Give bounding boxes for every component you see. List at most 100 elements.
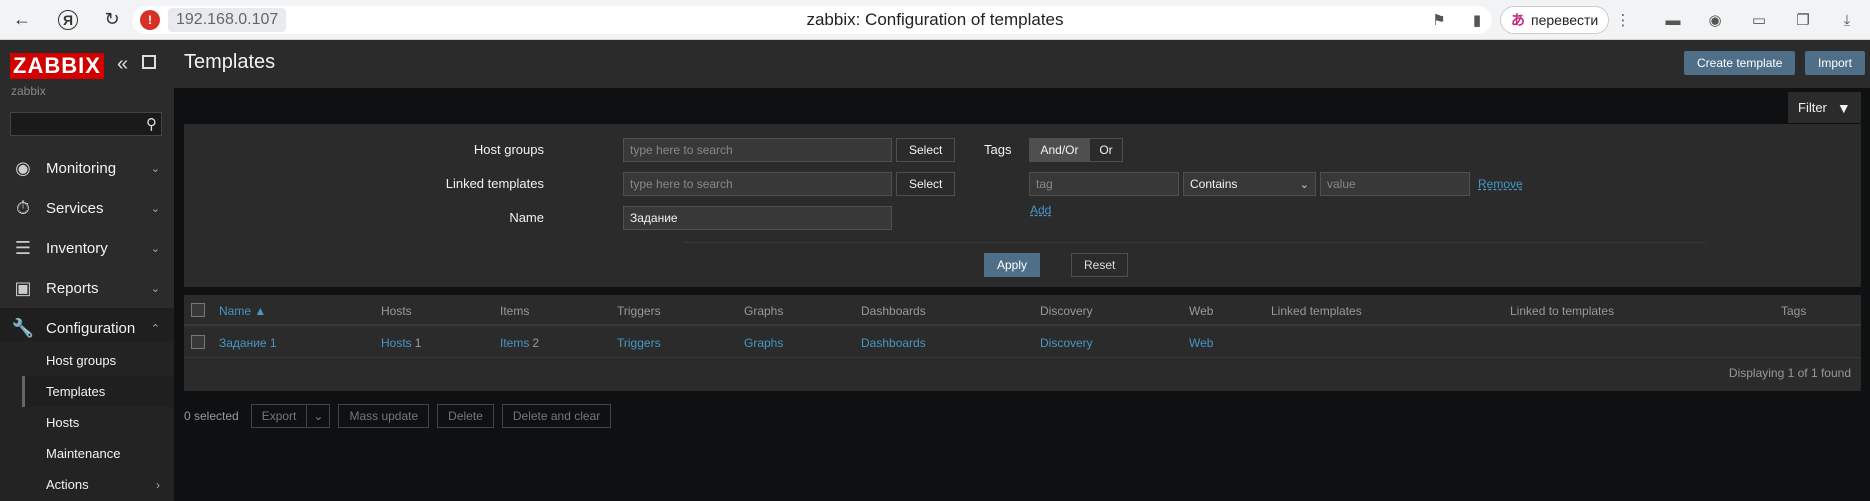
more-vert-icon[interactable]: ⋮ [1609, 6, 1637, 34]
sidebar-item-inventory[interactable]: ☰ Inventory ⌄ [0, 228, 174, 268]
search-icon[interactable]: ⚲ [146, 115, 157, 133]
graphs-link[interactable]: Graphs [744, 336, 783, 350]
yandex-icon[interactable]: Я [58, 9, 78, 30]
dashboards-link[interactable]: Dashboards [861, 336, 926, 350]
linked-templates-input[interactable]: type here to search [623, 172, 892, 196]
submenu-item-hosts[interactable]: Hosts [22, 407, 174, 438]
host-groups-input[interactable]: type here to search [623, 138, 892, 162]
browser-toolbar: ← Я ↻ ! 192.168.0.107 zabbix: Configurat… [0, 0, 1870, 40]
tags-and-or-toggle[interactable]: And/Or [1029, 138, 1090, 162]
select-all-checkbox[interactable] [191, 303, 205, 317]
row-checkbox[interactable] [191, 335, 205, 349]
delete-and-clear-button[interactable]: Delete and clear [501, 404, 612, 428]
translate-page-icon[interactable]: ⚑ [1425, 6, 1453, 34]
name-input[interactable]: Задание [623, 206, 892, 230]
export-dropdown-button[interactable]: ⌄ [307, 404, 331, 428]
template-name-link[interactable]: Задание 1 [219, 336, 277, 350]
warning-icon[interactable]: ! [140, 10, 160, 30]
collections-icon[interactable]: ❐ [1789, 6, 1817, 34]
bar-chart-icon: ▣ [14, 277, 32, 298]
import-button[interactable]: Import [1805, 51, 1866, 75]
tag-input[interactable]: tag [1029, 172, 1179, 196]
reload-icon[interactable]: ↻ [98, 6, 126, 34]
kiosk-mode-icon[interactable] [142, 55, 156, 69]
delete-button[interactable]: Delete [437, 404, 494, 428]
items-count: 2 [532, 336, 540, 350]
sidebar-item-label: Monitoring [46, 159, 117, 177]
items-link[interactable]: Items 2 [500, 336, 539, 350]
bookmark-icon[interactable]: ▮ [1463, 6, 1491, 34]
sidebar-item-reports[interactable]: ▣ Reports ⌄ [0, 268, 174, 308]
linked-templates-select-button[interactable]: Select [896, 172, 956, 196]
column-triggers: Triggers [617, 304, 661, 318]
chevron-down-icon: ⌄ [150, 242, 160, 255]
chevron-down-icon: ⌄ [313, 409, 324, 423]
hosts-link[interactable]: Hosts 1 [381, 336, 421, 350]
list-icon: ☰ [14, 237, 32, 258]
profile-icon[interactable]: ◉ [1701, 6, 1729, 34]
submenu-label: Actions [46, 477, 89, 492]
column-linked-to-templates: Linked to templates [1510, 304, 1615, 318]
translate-button[interactable]: あ перевести [1500, 6, 1610, 34]
timer-icon: ⏱ [15, 197, 31, 218]
name-label: Name [509, 210, 544, 225]
page-title: Templates [184, 51, 276, 73]
add-tag-link[interactable]: Add [1030, 203, 1051, 217]
column-graphs: Graphs [744, 304, 784, 318]
translate-icon: あ [1511, 12, 1525, 28]
sidebar-item-label: Services [46, 199, 104, 217]
table-row: Задание 1 Hosts 1 Items 2 Triggers Graphs … [184, 328, 1861, 358]
translate-label: перевести [1531, 12, 1599, 28]
chevron-down-icon: ⌄ [150, 282, 160, 295]
column-hosts: Hosts [381, 304, 412, 318]
sidebar: ZABBIX « zabbix ⚲ ◉ Monitoring ⌄ ⏱ Servi… [0, 40, 174, 501]
column-dashboards: Dashboards [861, 304, 926, 318]
downloads-icon[interactable]: ⤓ [1833, 6, 1861, 34]
mass-update-button[interactable]: Mass update [338, 404, 430, 428]
filter-tab-label: Filter [1798, 100, 1827, 115]
cast-icon[interactable]: ▭ [1745, 6, 1773, 34]
column-name[interactable]: Name ▲ [219, 304, 266, 318]
configuration-submenu: Host groups Templates Hosts Maintenance … [22, 345, 174, 500]
tag-operator-select[interactable]: Contains ⌄ [1183, 172, 1316, 196]
create-template-button[interactable]: Create template [1684, 51, 1796, 75]
column-web: Web [1189, 304, 1214, 318]
back-icon[interactable]: ← [8, 6, 36, 34]
reset-button[interactable]: Reset [1071, 253, 1129, 277]
discovery-link[interactable]: Discovery [1040, 336, 1093, 350]
sidebar-search-input[interactable]: ⚲ [10, 112, 162, 136]
submenu-item-templates[interactable]: Templates [22, 376, 174, 407]
web-link[interactable]: Web [1189, 336, 1213, 350]
linked-templates-label: Linked templates [445, 176, 544, 191]
column-linked-templates: Linked templates [1271, 304, 1362, 318]
sidebar-item-services[interactable]: ⏱ Services ⌄ [0, 188, 174, 228]
collapse-sidebar-icon[interactable]: « [117, 53, 128, 76]
host-groups-select-button[interactable]: Select [896, 138, 956, 162]
tag-value-input[interactable]: value [1320, 172, 1470, 196]
column-discovery: Discovery [1040, 304, 1093, 318]
apply-button[interactable]: Apply [984, 253, 1041, 277]
submenu-label: Maintenance [46, 446, 121, 461]
funnel-icon: ▼ [1836, 99, 1851, 116]
eye-icon: ◉ [15, 157, 31, 178]
zabbix-logo[interactable]: ZABBIX [10, 53, 104, 79]
sidebar-item-monitoring[interactable]: ◉ Monitoring ⌄ [0, 148, 174, 188]
submenu-item-host-groups[interactable]: Host groups [22, 345, 174, 376]
tags-or-toggle[interactable]: Or [1089, 138, 1123, 162]
sidebar-item-label: Inventory [46, 239, 108, 257]
selected-count: 0 selected [184, 409, 239, 423]
submenu-item-actions[interactable]: Actions › [22, 469, 174, 500]
filter-tab[interactable]: Filter ▼ [1788, 92, 1861, 123]
items-link-label: Items [500, 336, 530, 350]
extension-icon[interactable]: ▬ [1659, 6, 1687, 34]
export-button[interactable]: Export [250, 404, 308, 428]
triggers-link[interactable]: Triggers [617, 336, 661, 350]
found-count: Displaying 1 of 1 found [1728, 366, 1851, 380]
submenu-item-maintenance[interactable]: Maintenance [22, 438, 174, 469]
chevron-down-icon: ⌄ [150, 202, 160, 215]
url-text[interactable]: 192.168.0.107 [168, 8, 287, 32]
submenu-label: Hosts [46, 415, 80, 430]
remove-tag-link[interactable]: Remove [1478, 177, 1523, 191]
tags-label: Tags [984, 142, 1012, 157]
address-bar[interactable]: ! 192.168.0.107 [132, 6, 1492, 34]
